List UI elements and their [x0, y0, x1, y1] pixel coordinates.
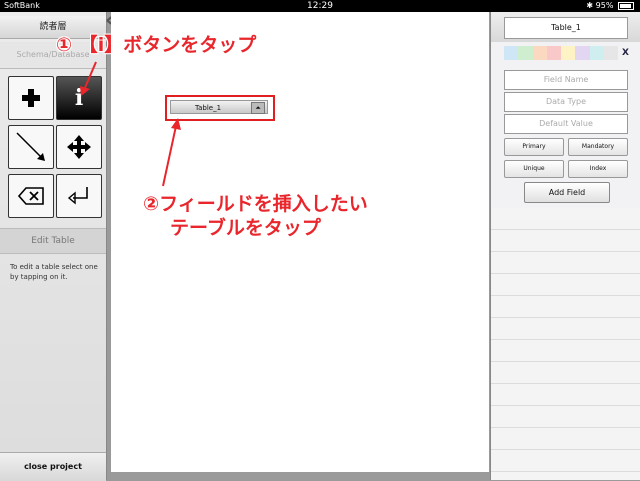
close-icon[interactable]: X	[622, 46, 629, 60]
field-list	[491, 208, 640, 480]
annotation-step2-line1: ②フィールドを挿入したい	[143, 193, 368, 216]
index-button[interactable]: Index	[568, 160, 628, 178]
primary-button[interactable]: Primary	[504, 138, 564, 156]
color-swatch[interactable]	[603, 46, 618, 60]
color-swatch[interactable]	[518, 46, 533, 60]
field-name-input[interactable]: Field Name	[504, 70, 628, 90]
color-swatch[interactable]	[546, 46, 561, 60]
unique-button[interactable]: Unique	[504, 160, 564, 178]
arrow-head-1	[80, 86, 90, 96]
add-field-button[interactable]: Add Field	[524, 182, 610, 203]
color-swatch[interactable]	[561, 46, 576, 60]
data-type-input[interactable]: Data Type	[504, 92, 628, 112]
color-swatch[interactable]	[532, 46, 547, 60]
mandatory-button[interactable]: Mandatory	[568, 138, 628, 156]
color-swatch[interactable]	[589, 46, 604, 60]
color-swatch[interactable]	[504, 46, 519, 60]
table-name-field[interactable]: Table_1	[504, 17, 628, 39]
annotation-step1: ① 【i】ボタンをタップ	[56, 34, 257, 57]
arrow-head-2	[171, 118, 181, 130]
color-swatches	[504, 46, 618, 60]
annotation-step2-line2: テーブルをタップ	[170, 217, 321, 240]
default-value-input[interactable]: Default Value	[504, 114, 628, 134]
right-panel: Table_1 X Field Name Data Type Default V…	[490, 12, 640, 480]
color-swatch[interactable]	[575, 46, 590, 60]
